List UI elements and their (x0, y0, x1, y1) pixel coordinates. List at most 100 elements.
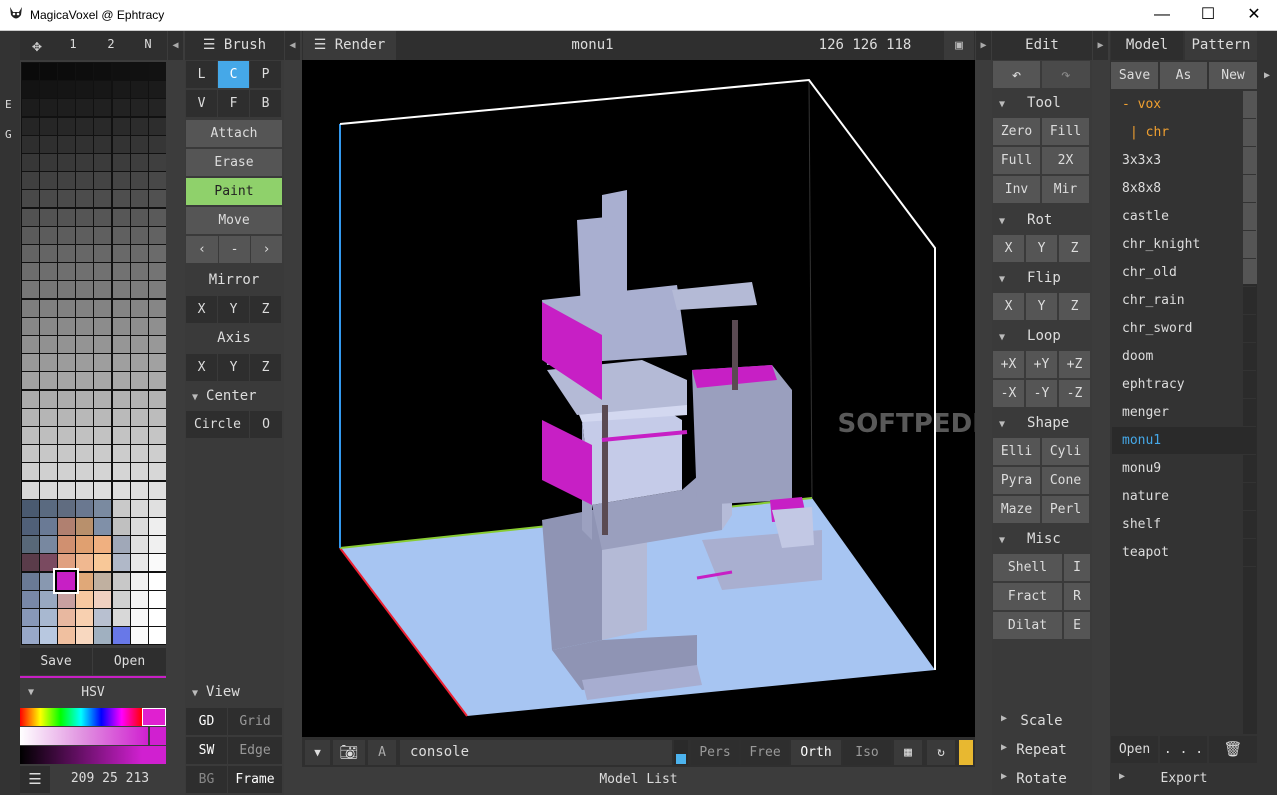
palette-swatch[interactable] (148, 372, 166, 390)
palette-swatch[interactable] (94, 190, 112, 208)
export-header[interactable]: ▶ Export (1111, 771, 1257, 786)
palette-swatch[interactable] (130, 190, 148, 208)
palette-swatch[interactable] (40, 609, 58, 626)
collapse-brush-arrow[interactable]: ◀ (285, 31, 300, 60)
palette-swatch[interactable] (94, 427, 112, 444)
redo-icon[interactable]: ↷ (1042, 61, 1090, 88)
palette-swatch[interactable] (22, 390, 39, 408)
palette-swatch[interactable] (112, 445, 130, 463)
palette-swatch[interactable] (148, 154, 166, 171)
close-button[interactable]: ✕ (1231, 0, 1277, 30)
palette-swatch[interactable] (94, 390, 112, 408)
palette-swatch[interactable] (58, 481, 76, 499)
brush-mode-b[interactable]: B (250, 90, 281, 117)
palette-swatch[interactable] (40, 481, 58, 499)
brush-mode-f[interactable]: F (218, 90, 249, 117)
sw-toggle[interactable]: SW (186, 737, 227, 764)
palette-swatch[interactable] (58, 190, 76, 208)
palette-swatch[interactable] (94, 499, 112, 517)
palette-swatch[interactable] (94, 281, 112, 299)
palette-swatch[interactable] (58, 499, 76, 517)
palette-swatch[interactable] (130, 81, 148, 99)
loop-plusminus-z-button[interactable]: +Z (1059, 351, 1090, 378)
palette-swatch[interactable] (94, 627, 112, 645)
palette-swatch[interactable] (148, 572, 166, 590)
palette-swatch[interactable] (112, 245, 130, 262)
palette-swatch[interactable] (76, 117, 94, 135)
palette-swatch[interactable] (22, 627, 39, 645)
brush-erase-button[interactable]: Erase (186, 149, 282, 176)
palette-swatch[interactable] (130, 281, 148, 299)
rot-header[interactable]: Rot (993, 212, 1090, 228)
shape-elli-button[interactable]: Elli (993, 438, 1040, 465)
tool-2x-button[interactable]: 2X (1042, 147, 1089, 174)
palette-swatch[interactable] (94, 554, 112, 572)
model-save-button[interactable]: Save (1111, 62, 1158, 89)
palette-swatch[interactable] (148, 463, 166, 481)
misc-r-button[interactable]: R (1064, 583, 1090, 610)
palette-swatch[interactable] (76, 572, 94, 590)
palette-swatch[interactable] (148, 336, 166, 353)
palette-swatch[interactable] (112, 281, 130, 299)
palette-swatch[interactable] (22, 281, 39, 299)
model-tab[interactable]: Model (1111, 31, 1183, 60)
palette-swatch[interactable] (130, 172, 148, 190)
palette-swatch[interactable] (94, 317, 112, 335)
rotate-header[interactable]: ▶ Rotate (993, 771, 1090, 787)
palette-swatch[interactable] (76, 554, 94, 572)
palette-swatch[interactable] (22, 117, 39, 135)
tool-zero-button[interactable]: Zero (993, 118, 1040, 145)
free-view-button[interactable]: Free (741, 740, 789, 765)
expand-edit-arrow[interactable]: ▶ (1093, 31, 1108, 60)
palette-swatch[interactable] (112, 99, 130, 117)
model-more-button[interactable]: . . . (1160, 736, 1207, 763)
palette-swatch[interactable] (112, 336, 130, 353)
palette-swatch[interactable] (40, 281, 58, 299)
palette-swatch[interactable] (22, 99, 39, 117)
model-new-button[interactable]: New (1209, 62, 1257, 89)
e-toggle[interactable]: E (5, 98, 12, 111)
palette-swatch[interactable] (148, 226, 166, 244)
palette-swatch[interactable] (58, 63, 76, 80)
palette-swatch[interactable] (130, 245, 148, 262)
minimize-button[interactable]: — (1139, 0, 1185, 30)
model-list-item[interactable]: - vox (1112, 91, 1256, 119)
palette-swatch[interactable] (40, 154, 58, 171)
palette-swatch[interactable] (40, 317, 58, 335)
palette-swatch[interactable] (130, 590, 148, 608)
palette-swatch[interactable] (76, 172, 94, 190)
palette-swatch[interactable] (58, 317, 76, 335)
palette-swatch[interactable] (76, 263, 94, 281)
palette-swatch[interactable] (58, 427, 76, 444)
palette-swatch[interactable] (40, 172, 58, 190)
palette-swatch[interactable] (148, 117, 166, 135)
palette-swatch[interactable] (22, 172, 39, 190)
loop-plusminus-y-button[interactable]: +Y (1026, 351, 1057, 378)
palette-swatch[interactable] (58, 390, 76, 408)
g-toggle[interactable]: G (5, 128, 12, 141)
loop-minus-y-button[interactable]: -Y (1026, 380, 1057, 407)
palette-swatch[interactable] (112, 190, 130, 208)
palette-swatch[interactable] (130, 390, 148, 408)
palette-swatch[interactable] (130, 299, 148, 317)
loop-minus-x-button[interactable]: -X (993, 380, 1024, 407)
palette-swatch[interactable] (76, 463, 94, 481)
palette-swatch[interactable] (94, 445, 112, 463)
misc-header[interactable]: Misc (993, 531, 1090, 547)
palette-swatch[interactable] (130, 317, 148, 335)
palette-swatch[interactable] (94, 299, 112, 317)
palette-swatch[interactable] (22, 299, 39, 317)
palette-swatch[interactable] (94, 572, 112, 590)
shape-cyli-button[interactable]: Cyli (1042, 438, 1089, 465)
flip-y-button[interactable]: Y (1026, 293, 1057, 320)
palette-swatch[interactable] (112, 263, 130, 281)
palette-swatch[interactable] (22, 518, 39, 535)
palette-swatch[interactable] (148, 190, 166, 208)
scale-header[interactable]: ▶ Scale (993, 713, 1090, 729)
palette-swatch[interactable] (76, 609, 94, 626)
palette-swatch[interactable] (112, 518, 130, 535)
expand-right-arrow[interactable]: ▶ (976, 31, 991, 60)
maximize-button[interactable]: ☐ (1185, 0, 1231, 30)
palette-swatch[interactable] (22, 354, 39, 372)
palette-swatch[interactable] (76, 245, 94, 262)
